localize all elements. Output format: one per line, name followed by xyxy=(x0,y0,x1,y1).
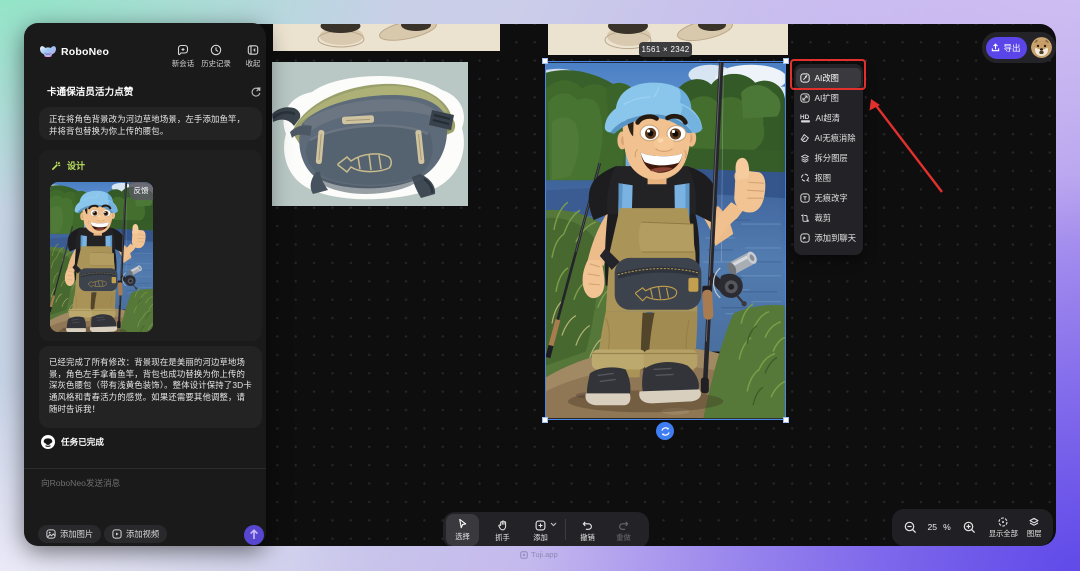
svg-text:HD: HD xyxy=(800,114,810,121)
